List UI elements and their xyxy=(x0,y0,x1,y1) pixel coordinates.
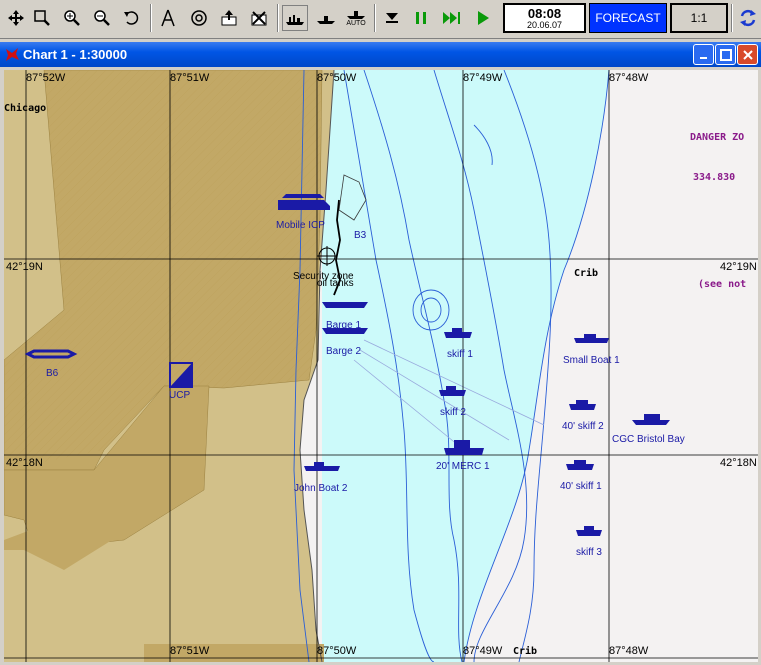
clock-display: 08:08 20.06.07 xyxy=(503,3,586,33)
lon-label-bottom: 87°51W xyxy=(170,645,210,657)
close-button[interactable] xyxy=(737,44,758,65)
danger-zone-label: DANGER ZO xyxy=(690,132,745,143)
see-note-label: (see not xyxy=(698,279,747,290)
minimize-button[interactable] xyxy=(693,44,714,65)
target-icon[interactable] xyxy=(186,5,212,31)
lon-label: 87°51W xyxy=(170,72,210,84)
lon-label-bottom: 87°48W xyxy=(609,645,649,657)
label-merc1[interactable]: 20' MERC 1 xyxy=(436,461,490,472)
barge1-symbol xyxy=(322,302,368,308)
label-skiff3[interactable]: skiff 3 xyxy=(576,547,602,558)
zoom-window-icon[interactable] xyxy=(29,5,55,31)
date-value: 20.06.07 xyxy=(526,20,563,30)
lon-label: 87°52W xyxy=(26,72,66,84)
chart-canvas xyxy=(4,70,758,662)
label-cgc-bristol-bay[interactable]: CGC Bristol Bay xyxy=(612,434,685,445)
refresh-icon[interactable] xyxy=(735,5,761,31)
label-skiff1[interactable]: skiff 1 xyxy=(447,349,473,360)
export-icon[interactable] xyxy=(216,5,242,31)
lon-label: 87°49W xyxy=(463,72,503,84)
pan-icon[interactable] xyxy=(3,5,29,31)
skiff3-symbol xyxy=(576,526,602,536)
zoom-out-icon[interactable] xyxy=(89,5,115,31)
lon-label: 87°48W xyxy=(609,72,649,84)
vessel-mode-icon[interactable] xyxy=(282,5,308,31)
measure-icon[interactable] xyxy=(155,5,181,31)
skiff40-2-symbol xyxy=(569,400,596,410)
label-skiff40-2[interactable]: 40' skiff 2 xyxy=(562,421,604,432)
time-value: 08:08 xyxy=(527,6,562,21)
skiff40-1-symbol xyxy=(566,460,594,470)
label-b3[interactable]: B3 xyxy=(354,230,366,241)
place-crib: Crib xyxy=(574,268,599,279)
nautical-chart[interactable]: 87°52W 87°51W 87°50W 87°49W 87°48W 87°51… xyxy=(4,70,758,662)
lon-label: 87°50W xyxy=(317,72,357,84)
frequency-label: 334.830 xyxy=(693,172,736,183)
clear-icon[interactable] xyxy=(246,5,272,31)
lon-label-bottom: 87°50W xyxy=(317,645,357,657)
label-skiff40-1[interactable]: 40' skiff 1 xyxy=(560,481,602,492)
time-scale-button[interactable]: 1:1 xyxy=(670,3,728,33)
label-ucp[interactable]: UCP xyxy=(169,390,190,401)
cgc-symbol xyxy=(632,414,670,425)
undo-zoom-icon[interactable] xyxy=(119,5,145,31)
auto-mode-icon[interactable]: AUTO xyxy=(342,5,370,31)
lat-label: 42°19N xyxy=(720,261,757,273)
play-icon[interactable] xyxy=(470,5,496,31)
label-mobile-icp[interactable]: Mobile ICP xyxy=(276,220,325,231)
app-icon xyxy=(4,46,20,67)
zoom-in-icon[interactable] xyxy=(59,5,85,31)
label-oil-tanks: oil tanks xyxy=(317,278,354,289)
place-crib-bottom: Crib xyxy=(513,646,538,657)
auto-label: AUTO xyxy=(346,19,366,27)
label-john-boat2[interactable]: John Boat 2 xyxy=(294,483,347,494)
ship-mode-icon[interactable] xyxy=(313,5,339,31)
lat-label: 42°18N xyxy=(720,457,757,469)
stop-icon[interactable] xyxy=(379,5,405,31)
toolbar: AUTO 08:08 20.06.07 FORECAST 1:1 xyxy=(0,0,761,39)
label-barge1[interactable]: Barge 1 xyxy=(326,320,361,331)
small-boat-symbol xyxy=(574,334,609,343)
place-chicago: Chicago xyxy=(4,103,47,114)
lon-label-bottom: 87°49W xyxy=(463,645,503,657)
forecast-button[interactable]: FORECAST xyxy=(589,3,667,33)
maximize-button[interactable] xyxy=(715,44,736,65)
label-small-boat1[interactable]: Small Boat 1 xyxy=(563,355,620,366)
label-barge2[interactable]: Barge 2 xyxy=(326,346,361,357)
fast-forward-icon[interactable] xyxy=(439,5,465,31)
label-b6[interactable]: B6 xyxy=(46,368,58,379)
chart-window-titlebar: Chart 1 - 1:30000 xyxy=(0,42,761,67)
lat-label: 42°19N xyxy=(6,261,43,273)
mobile-icp-symbol xyxy=(278,194,330,210)
shallow-water xyxy=(322,70,609,662)
pause-icon[interactable] xyxy=(408,5,434,31)
label-skiff2[interactable]: skiff 2 xyxy=(440,407,466,418)
lat-label: 42°18N xyxy=(6,457,43,469)
window-title: Chart 1 - 1:30000 xyxy=(23,47,128,62)
